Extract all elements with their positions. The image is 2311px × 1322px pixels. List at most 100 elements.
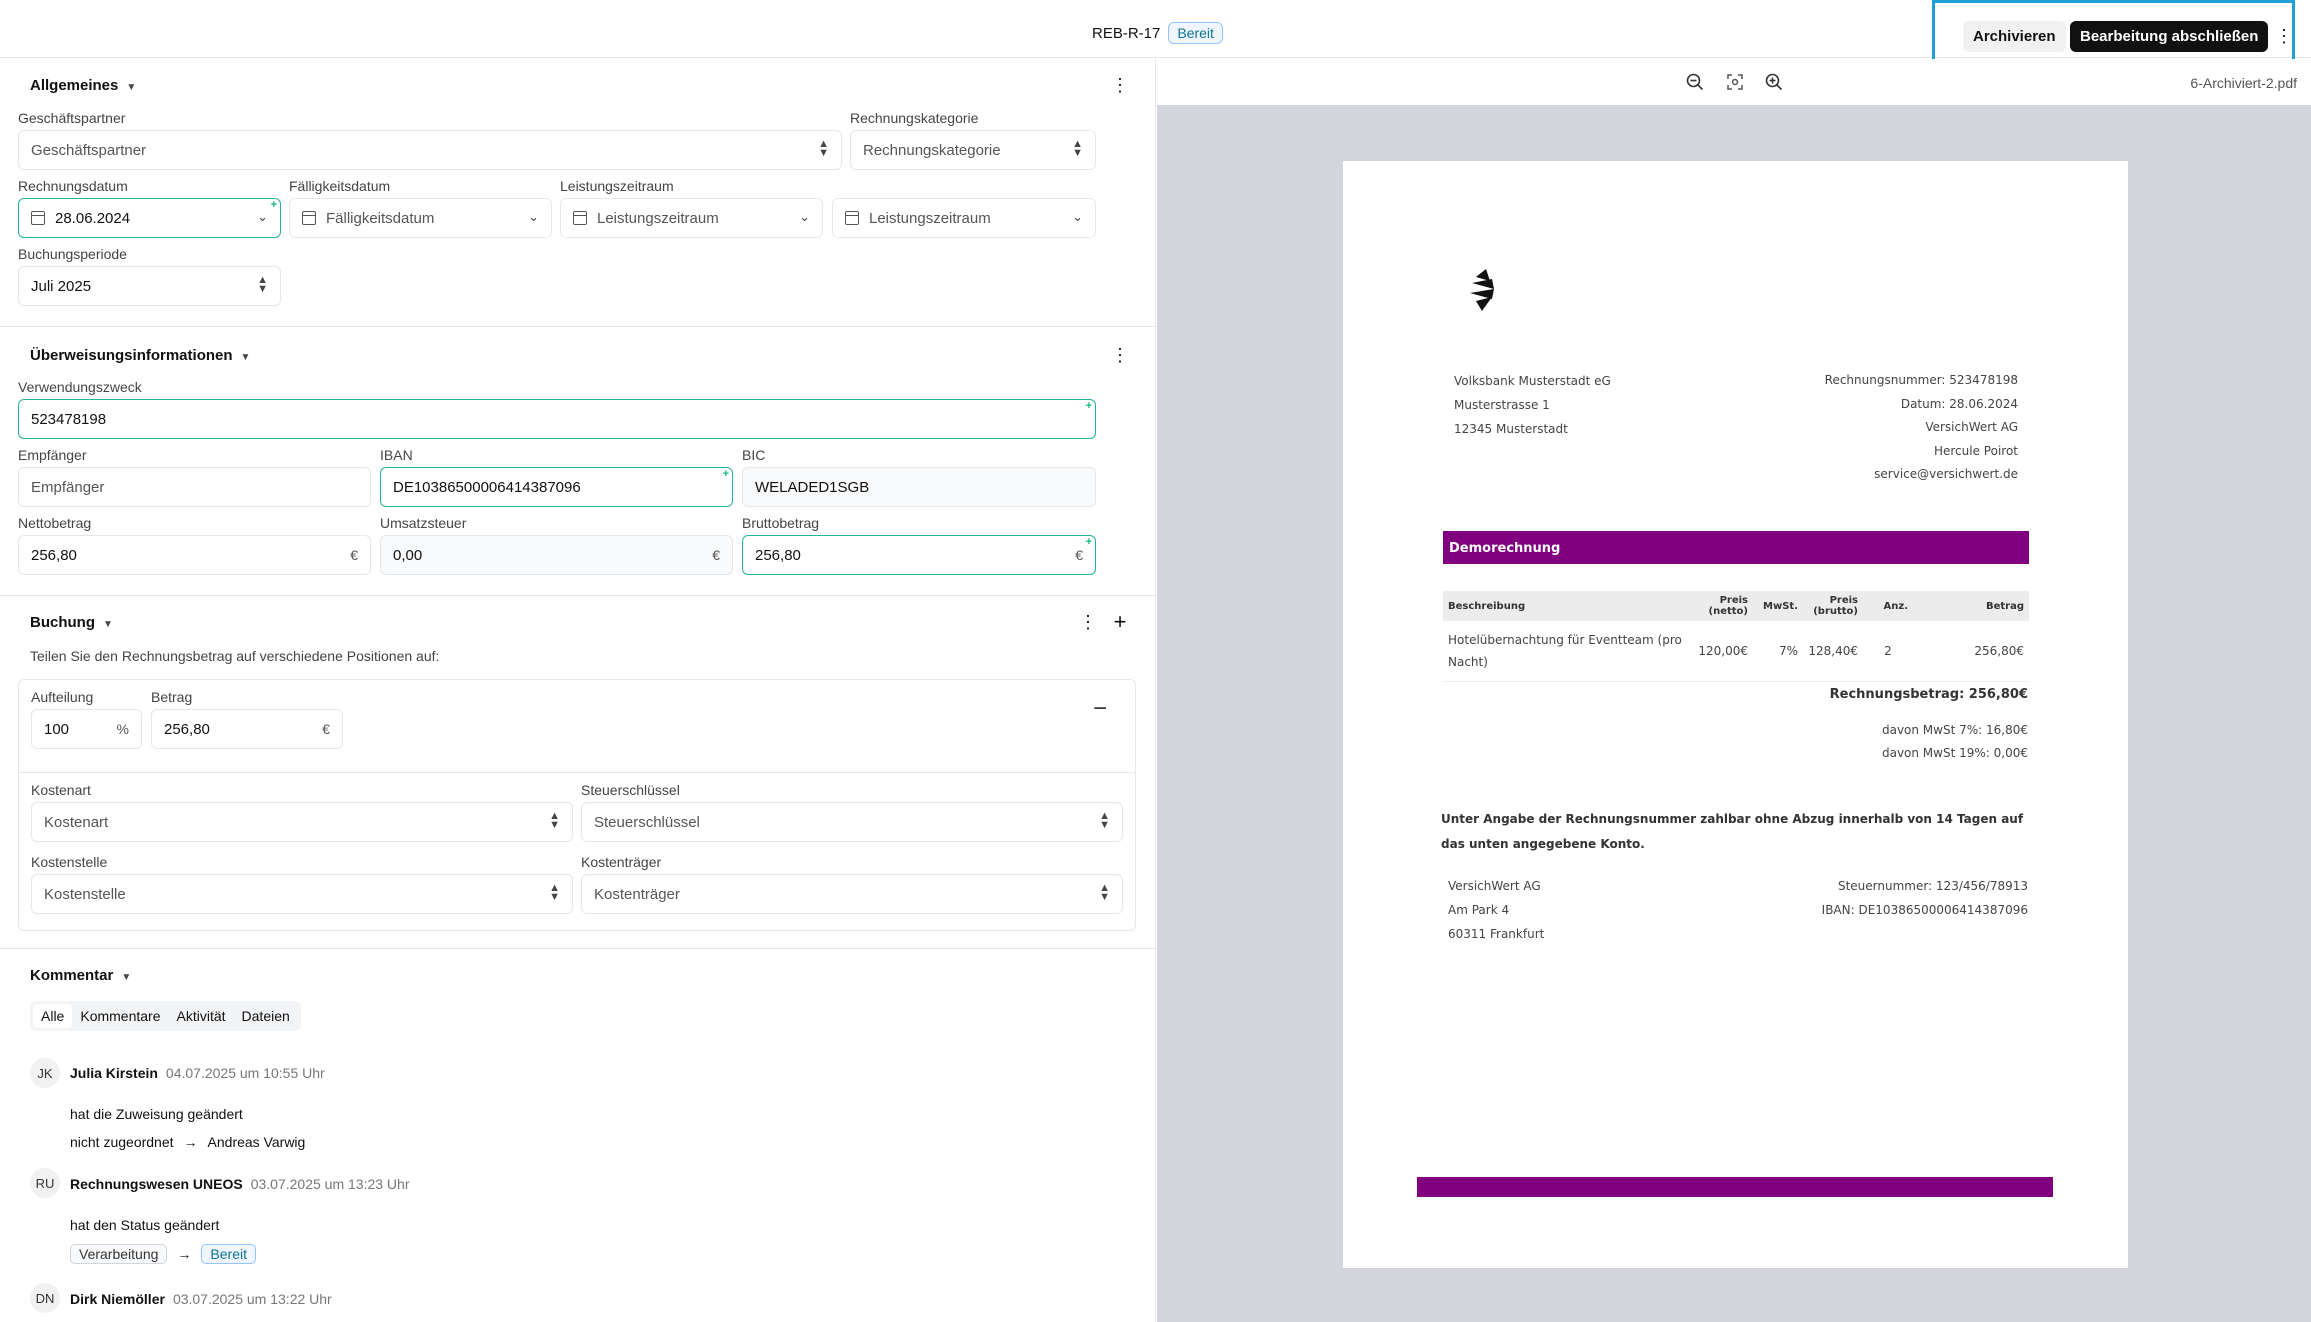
sender-line: Volksbank Musterstadt eG [1454,374,1611,388]
service-period-label: Leistungszeitraum [560,178,674,194]
invoice-date-field[interactable]: 28.06.2024 ⌄ + [18,198,281,238]
more-options-icon[interactable]: ⋮ [2274,24,2294,48]
due-date-field[interactable]: Fälligkeitsdatum ⌄ [289,198,552,238]
cost-type-select[interactable]: Kostenart ▲ ▼ [31,802,573,842]
booking-period-value: Juli 2025 [31,277,92,295]
section-booking-menu-icon[interactable]: ⋮ [1078,610,1098,634]
change-from: nicht zugeordnet [70,1134,174,1150]
chevron-down-icon: ⌄ [799,209,810,224]
arrow-right-icon: → [183,1134,198,1150]
caret-down-icon: ▼ [103,619,113,630]
vat-label: Umsatzsteuer [380,515,467,531]
vat-input[interactable]: 0,00 € [380,535,733,575]
sort-icon: ▲ ▼ [549,810,560,831]
net-amount-input[interactable]: 256,80 € [18,535,371,575]
arrow-right-icon: → [177,1246,192,1262]
table-cell: Hotelübernachtung für Eventteam (pro Nac… [1443,621,1693,682]
section-booking-header[interactable]: Buchung ▼ [30,614,113,631]
category-select[interactable]: Rechnungskategorie ▲ ▼ [850,130,1096,170]
sort-icon: ▲ ▼ [1099,882,1110,903]
cost-unit-label: Kostenträger [581,854,662,870]
recipient-input[interactable]: Empfänger [18,467,371,507]
cost-center-select[interactable]: Kostenstelle ▲ ▼ [31,874,573,914]
finish-editing-button[interactable]: Bearbeitung abschließen [2070,21,2269,52]
footer-tax-info: Steuernummer: 123/456/78913 IBAN: DE1038… [1822,874,2028,922]
change-line: nicht zugeordnet → Andreas Varwig [70,1134,305,1150]
due-date-label: Fälligkeitsdatum [289,178,391,194]
sort-icon: ▲ ▼ [818,138,829,159]
tax-key-select[interactable]: Steuerschlüssel ▲ ▼ [581,802,1123,842]
change-line: Verarbeitung → Bereit [70,1244,256,1264]
section-transfer-header[interactable]: Überweisungsinformationen ▼ [30,347,250,364]
pdf-page[interactable]: Volksbank Musterstadt eG Musterstrasse 1… [1343,161,2128,1268]
logo-icon [1470,269,1494,311]
column-header: Preis (netto) [1693,591,1753,621]
service-period-from-field[interactable]: Leistungszeitraum ⌄ [560,198,823,238]
split-percent-input[interactable]: 100% [31,709,142,749]
chevron-down-icon: ⌄ [257,209,268,224]
zoom-out-icon[interactable] [1684,71,1706,93]
invoice-date-label: Rechnungsdatum [18,178,128,194]
ai-filled-icon: + [270,199,277,211]
section-general-menu-icon[interactable]: ⋮ [1110,73,1130,97]
zoom-in-icon[interactable] [1763,71,1785,93]
sort-icon: ▲ ▼ [1072,138,1083,159]
invoice-banner: Demorechnung [1443,531,2029,564]
section-general: Allgemeines ▼ ⋮ Geschäftspartner Geschäft… [0,59,1155,327]
amount-input[interactable]: 256,80 € [151,709,343,749]
invoice-total: Rechnungsbetrag: 256,80€ [1829,687,2028,702]
section-transfer-title: Überweisungsinformationen [30,347,233,364]
payment-note-line: Unter Angabe der Rechnungsnummer zahlbar… [1441,812,2024,826]
purpose-value: 523478198 [31,410,107,428]
section-comments-header[interactable]: Kommentar ▼ [30,967,131,984]
iban-input[interactable]: DE10386500006414387096 + [380,467,733,507]
purpose-input[interactable]: 523478198 + [18,399,1096,439]
bic-input[interactable]: WELADED1SGB [742,467,1096,507]
avatar: DN [30,1283,60,1313]
euro-icon: € [712,547,720,563]
table-header-row: Beschreibung Preis (netto) MwSt. Preis (… [1443,591,2029,621]
tab-activity[interactable]: Aktivität [169,1004,234,1028]
archive-button[interactable]: Archivieren [1963,21,2066,52]
section-transfer: Überweisungsinformationen ▼ ⋮ Verwendungs… [0,327,1155,596]
table-cell: 128,40€ [1803,621,1863,682]
author-name: Rechnungswesen UNEOS [70,1176,243,1192]
partner-select[interactable]: Geschäftspartner ▲ ▼ [18,130,842,170]
document-title: REB-R-17 Bereit [1092,22,1223,44]
table-cell: 256,80€ [1913,621,2029,682]
comment-author: Julia Kirstein 04.07.2025 um 10:55 Uhr [70,1065,325,1081]
footer-address: VersichWert AG Am Park 4 60311 Frankfurt [1448,874,1544,946]
section-general-title: Allgemeines [30,77,119,94]
booking-period-select[interactable]: Juli 2025 ▲ ▼ [18,266,281,306]
ai-filled-icon: + [1085,536,1092,548]
percent-icon: % [116,721,129,737]
section-transfer-menu-icon[interactable]: ⋮ [1110,343,1130,367]
meta-line: VersichWert AG [1925,420,2018,434]
category-placeholder: Rechnungskategorie [863,141,1001,159]
column-header: MwSt. [1753,591,1803,621]
invoice-date-value: 28.06.2024 [55,209,131,227]
change-to: Andreas Varwig [207,1134,306,1150]
section-general-header[interactable]: Allgemeines ▼ [30,77,136,94]
tab-comments[interactable]: Kommentare [72,1004,168,1028]
pdf-viewer: 6-Archiviert-2.pdf Volksbank Musterstadt… [1157,59,2311,1322]
add-position-icon[interactable]: + [1110,610,1130,634]
category-label: Rechnungskategorie [850,110,979,126]
comment-author: Rechnungswesen UNEOS 03.07.2025 um 13:23 … [70,1176,409,1192]
cost-unit-select[interactable]: Kostenträger ▲ ▼ [581,874,1123,914]
footer-line: VersichWert AG [1448,879,1541,893]
top-bar: REB-R-17 Bereit Archivieren Bearbeitung … [0,0,2311,70]
cost-type-label: Kostenart [31,782,91,798]
fit-page-icon[interactable] [1724,71,1746,93]
tab-files[interactable]: Dateien [234,1004,298,1028]
gross-amount-input[interactable]: 256,80 € + [742,535,1096,575]
tab-all[interactable]: Alle [33,1004,73,1028]
chevron-down-icon: ⌄ [528,209,539,224]
vat-7-line: davon MwSt 7%: 16,80€ [1881,723,2028,737]
service-period-to-field[interactable]: Leistungszeitraum ⌄ [832,198,1096,238]
calendar-icon [845,211,859,225]
remove-position-icon[interactable]: − [1088,697,1112,723]
partner-label: Geschäftspartner [18,110,126,126]
ai-filled-icon: + [1085,400,1092,412]
column-header: Beschreibung [1443,591,1693,621]
